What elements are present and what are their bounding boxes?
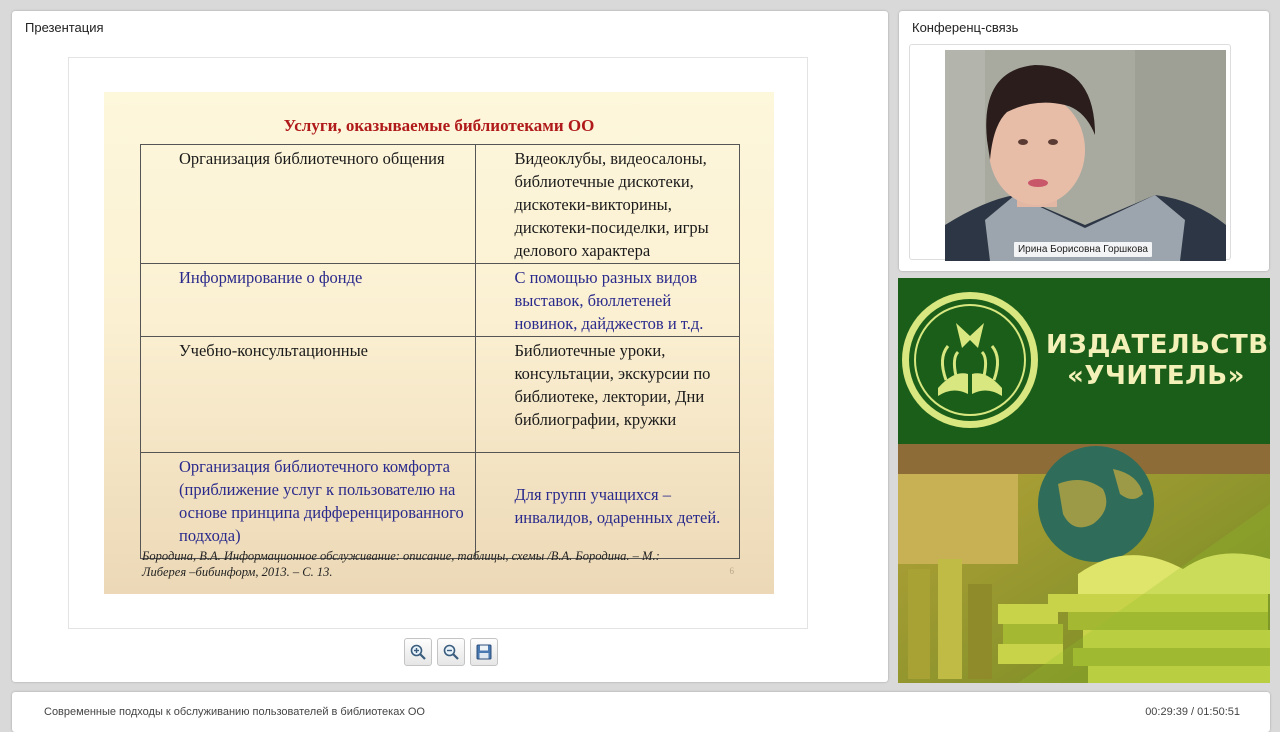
service-cell: Организация библиотечного комфорта (приб…	[139, 452, 477, 559]
save-icon	[476, 644, 492, 660]
zoom-out-icon	[443, 644, 459, 660]
presentation-panel: Презентация Услуги, оказываемые библиоте…	[12, 11, 888, 682]
books-globe-image	[898, 444, 1270, 683]
speaker-video[interactable]: Ирина Борисовна Горшкова	[945, 50, 1226, 261]
video-container: Ирина Борисовна Горшкова	[909, 44, 1231, 261]
details-cell: Для групп учащихся – инвалидов, одаренны…	[475, 452, 740, 559]
zoom-in-icon	[410, 644, 426, 660]
slide-frame: Услуги, оказываемые библиотеками ОО Орга…	[68, 57, 808, 629]
playback-time: 00:29:39 / 01:50:51	[1145, 706, 1240, 718]
details-cell: С помощью разных видов выставок, бюллете…	[475, 263, 740, 337]
conference-panel-title: Конференц-связь	[912, 20, 1019, 35]
slide-citation: Бородина, В.А. Информационное обслуживан…	[142, 549, 660, 579]
slide-page-number: 6	[729, 566, 735, 576]
table-row: Организация библиотечного комфорта (приб…	[139, 452, 740, 559]
playback-bar: Современные подходы к обслуживанию польз…	[12, 692, 1270, 732]
table-row: Организация библиотечного общения Видеок…	[139, 144, 740, 264]
details-cell: Видеоклубы, видеосалоны, библиотечные ди…	[475, 144, 740, 264]
table-row: Информирование о фонде С помощью разных …	[139, 263, 740, 337]
publisher-banner: ИЗДАТЕЛЬСТВО «УЧИТЕЛЬ»	[898, 278, 1270, 683]
publisher-name-line1: ИЗДАТЕЛЬСТВО	[1046, 330, 1270, 360]
slide-title: Услуги, оказываемые библиотеками ОО	[283, 116, 595, 135]
zoom-in-button[interactable]	[404, 638, 432, 666]
table-row: Учебно-консультационные Библиотечные уро…	[139, 336, 740, 453]
banner-header: ИЗДАТЕЛЬСТВО «УЧИТЕЛЬ»	[898, 278, 1270, 444]
publisher-name: ИЗДАТЕЛЬСТВО «УЧИТЕЛЬ»	[1046, 330, 1270, 392]
details-cell: Библиотечные уроки, консультации, экскур…	[475, 336, 740, 453]
presentation-panel-title: Презентация	[25, 20, 104, 35]
services-table: Организация библиотечного общения Видеок…	[139, 144, 740, 559]
service-cell: Информирование о фонде	[139, 263, 477, 337]
save-button[interactable]	[470, 638, 498, 666]
speaker-name-tag: Ирина Борисовна Горшкова	[1013, 242, 1152, 257]
service-cell: Организация библиотечного общения	[139, 144, 477, 264]
publisher-name-line2: «УЧИТЕЛЬ»	[1067, 361, 1245, 391]
zoom-out-button[interactable]	[437, 638, 465, 666]
service-cell: Учебно-консультационные	[139, 336, 477, 453]
banner-books-image	[898, 444, 1270, 683]
slide: Услуги, оказываемые библиотеками ОО Орга…	[104, 92, 774, 594]
lecture-title: Современные подходы к обслуживанию польз…	[44, 706, 425, 718]
conference-panel: Конференц-связь Ирина Борисовна Горшкова	[899, 11, 1269, 271]
speaker-video-frame	[945, 50, 1226, 261]
